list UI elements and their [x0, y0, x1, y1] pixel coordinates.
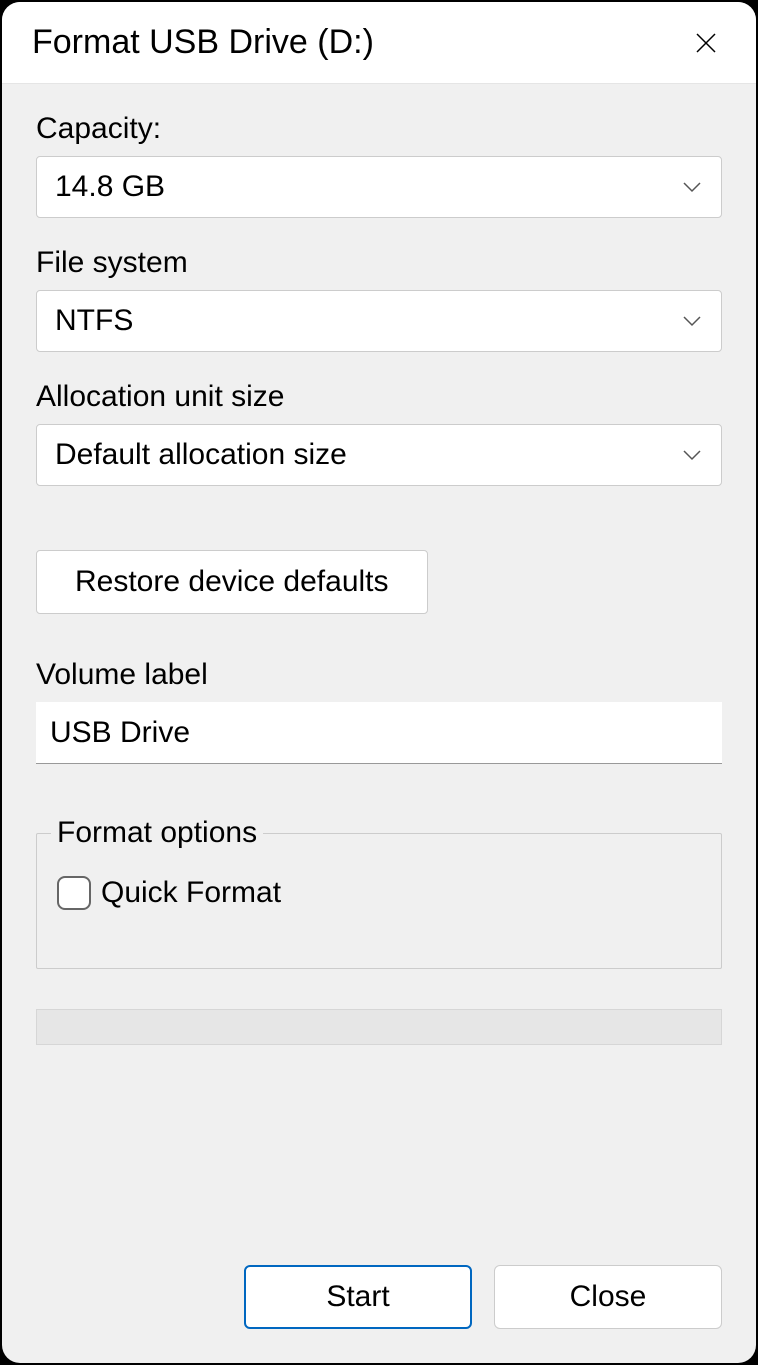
filesystem-value: NTFS: [55, 304, 681, 338]
restore-defaults-wrap: Restore device defaults: [36, 550, 722, 614]
format-dialog: Format USB Drive (D:) Capacity: 14.8 GB …: [2, 2, 756, 1363]
capacity-select[interactable]: 14.8 GB: [36, 156, 722, 218]
quick-format-checkbox[interactable]: [57, 876, 91, 910]
allocation-field: Allocation unit size Default allocation …: [36, 380, 722, 486]
allocation-select[interactable]: Default allocation size: [36, 424, 722, 486]
allocation-value: Default allocation size: [55, 438, 681, 472]
allocation-label: Allocation unit size: [36, 380, 722, 414]
capacity-field: Capacity: 14.8 GB: [36, 112, 722, 218]
volume-field: Volume label: [36, 658, 722, 764]
format-options-group: Format options Quick Format: [36, 816, 722, 969]
restore-defaults-button[interactable]: Restore device defaults: [36, 550, 428, 614]
close-button[interactable]: Close: [494, 1265, 722, 1329]
progress-bar: [36, 1009, 722, 1045]
titlebar: Format USB Drive (D:): [2, 2, 756, 84]
volume-label: Volume label: [36, 658, 722, 692]
dialog-content: Capacity: 14.8 GB File system NTFS Alloc…: [2, 84, 756, 1363]
filesystem-field: File system NTFS: [36, 246, 722, 352]
start-button[interactable]: Start: [244, 1265, 472, 1329]
volume-input[interactable]: [36, 702, 722, 764]
quick-format-row[interactable]: Quick Format: [57, 876, 701, 910]
chevron-down-icon: [681, 176, 703, 198]
capacity-label: Capacity:: [36, 112, 722, 146]
quick-format-label: Quick Format: [101, 876, 281, 910]
filesystem-select[interactable]: NTFS: [36, 290, 722, 352]
window-title: Format USB Drive (D:): [32, 23, 374, 62]
close-icon[interactable]: [684, 21, 728, 65]
chevron-down-icon: [681, 444, 703, 466]
chevron-down-icon: [681, 310, 703, 332]
dialog-buttons: Start Close: [36, 1217, 722, 1329]
filesystem-label: File system: [36, 246, 722, 280]
capacity-value: 14.8 GB: [55, 170, 681, 204]
format-options-legend: Format options: [51, 816, 263, 850]
